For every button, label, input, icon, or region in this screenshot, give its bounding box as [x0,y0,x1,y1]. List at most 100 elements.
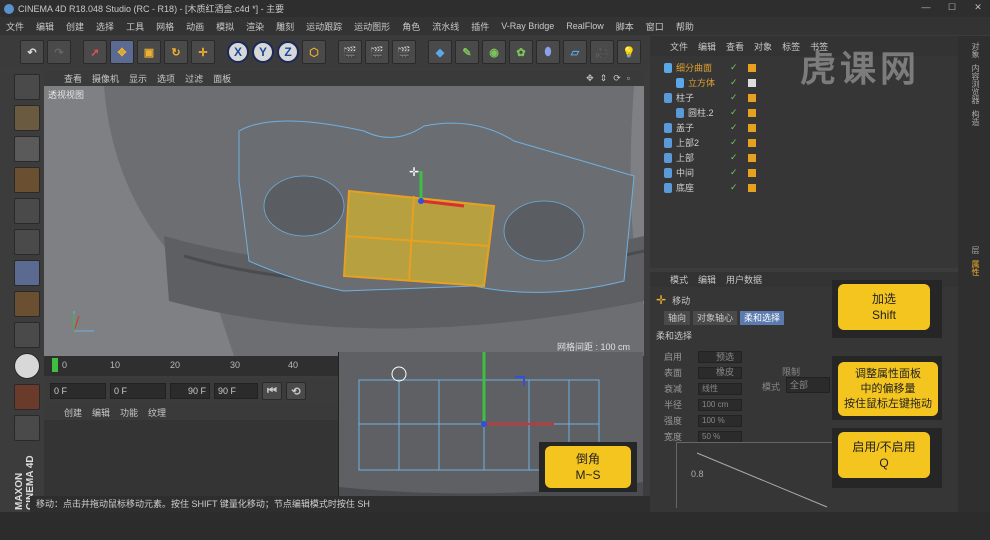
menu-item[interactable]: 创建 [66,20,84,33]
menu-item[interactable]: 雕刻 [276,20,294,33]
side-tab-structure[interactable]: 构造 [967,110,981,126]
attribute-menu-item[interactable]: 模式 [670,273,688,286]
start-frame-field[interactable]: 0 F [50,383,106,399]
material-menu-item[interactable]: 功能 [120,406,138,419]
attribute-menu-item[interactable]: 用户数据 [726,273,762,286]
magnet-icon[interactable] [14,384,40,410]
material-tag-icon[interactable] [748,183,756,192]
model-mode-icon[interactable] [14,105,40,131]
axis-mode-icon[interactable] [14,291,40,317]
enabled-check-icon[interactable]: ✓ [730,62,738,73]
viewport-menu-item[interactable]: 摄像机 [92,72,119,85]
workplane-lock-icon[interactable] [14,415,40,441]
close-icon[interactable]: ✕ [970,2,986,14]
object-name[interactable]: 中间 [676,166,694,179]
object-row[interactable]: 底座 ✓ [650,180,958,195]
material-tag-icon[interactable] [748,108,756,117]
menu-item[interactable]: 帮助 [676,20,694,33]
material-tag-icon[interactable] [748,138,756,147]
side-tab-objects[interactable]: 对象 [967,42,981,58]
material-tag-icon[interactable] [748,153,756,162]
object-name[interactable]: 立方体 [688,76,715,89]
material-tag-icon[interactable] [748,93,756,102]
side-tab-layers[interactable]: 层 [967,246,981,254]
object-row[interactable]: 中间 ✓ [650,165,958,180]
attribute-value-field[interactable]: 100 cm [698,398,742,411]
viewport-nav-icons[interactable]: ✥⇕⟳▫ [586,73,636,84]
menu-item[interactable]: 窗口 [646,20,664,33]
points-mode-icon[interactable] [14,198,40,224]
maximize-icon[interactable]: ☐ [944,2,960,14]
object-row[interactable]: 盖子 ✓ [650,120,958,135]
object-name[interactable]: 上部2 [676,136,699,149]
object-row[interactable]: 圆柱.2 ✓ [650,105,958,120]
perspective-viewport[interactable]: ✛ 透视视图 网格间距 : 100 cm [44,86,644,356]
current-frame-field[interactable]: 0 F [110,383,166,399]
material-tag-icon[interactable] [748,78,756,87]
transform-icon[interactable]: ✛ [191,40,215,64]
mode-select[interactable]: 全部 [786,377,830,393]
goto-start-icon[interactable]: ⏮ [262,382,282,400]
tab-object-axis[interactable]: 对象轴心 [693,311,738,325]
enabled-check-icon[interactable]: ✓ [730,107,738,118]
scale-icon[interactable]: ▣ [137,40,161,64]
tweak-mode-icon[interactable] [14,322,40,348]
floor-icon[interactable]: ▱ [563,40,587,64]
object-menu-item[interactable]: 文件 [670,40,688,53]
light-icon[interactable]: 💡 [617,40,641,64]
loop-icon[interactable]: ⟲ [286,382,306,400]
enabled-check-icon[interactable]: ✓ [730,137,738,148]
side-tab-attributes[interactable]: 属性 [967,260,981,276]
menu-item[interactable]: 角色 [402,20,420,33]
y-axis-icon[interactable]: Y [252,41,274,63]
material-tag-icon[interactable] [748,123,756,132]
enabled-check-icon[interactable]: ✓ [730,182,738,193]
deformer-icon[interactable]: ⬮ [536,40,560,64]
viewport-menu-item[interactable]: 选项 [157,72,175,85]
timeline[interactable]: 0 10 20 30 40 [44,356,344,376]
redo-icon[interactable]: ↷ [47,40,71,64]
menu-item[interactable]: 运动跟踪 [306,20,342,33]
move-icon[interactable]: ✥ [110,40,134,64]
object-row[interactable]: 上部 ✓ [650,150,958,165]
tab-axis[interactable]: 轴向 [664,311,691,325]
rotate-icon[interactable]: ↻ [164,40,188,64]
enabled-check-icon[interactable]: ✓ [730,92,738,103]
object-name[interactable]: 底座 [676,181,694,194]
viewport-menu-item[interactable]: 显示 [129,72,147,85]
subdivision-icon[interactable]: ◉ [482,40,506,64]
menu-item[interactable]: 编辑 [36,20,54,33]
attribute-value-field[interactable]: 50 % [698,430,742,443]
menu-item[interactable]: V-Ray Bridge [501,21,554,31]
object-name[interactable]: 盖子 [676,121,694,134]
viewport-menu-item[interactable]: 面板 [213,72,231,85]
menu-item[interactable]: RealFlow [566,21,604,31]
cube-icon[interactable]: ◆ [428,40,452,64]
render-picture-viewer-icon[interactable]: 🎬 [365,40,389,64]
object-row[interactable]: 上部2 ✓ [650,135,958,150]
object-row[interactable]: 柱子 ✓ [650,90,958,105]
camera-icon[interactable]: 🎥 [590,40,614,64]
array-icon[interactable]: ✿ [509,40,533,64]
minimize-icon[interactable]: — [918,2,934,14]
menu-item[interactable]: 网格 [156,20,174,33]
menu-item[interactable]: 文件 [6,20,24,33]
z-axis-icon[interactable]: Z [277,41,299,63]
material-menu-item[interactable]: 编辑 [92,406,110,419]
make-editable-icon[interactable] [14,74,40,100]
attribute-value-field[interactable]: 100 % [698,414,742,427]
viewport-menu-item[interactable]: 过滤 [185,72,203,85]
menu-item[interactable]: 选择 [96,20,114,33]
object-menu-item[interactable]: 标签 [782,40,800,53]
snap-icon[interactable] [14,353,40,379]
enabled-check-icon[interactable]: ✓ [730,122,738,133]
x-axis-icon[interactable]: X [227,41,249,63]
workplane-icon[interactable] [14,167,40,193]
material-tag-icon[interactable] [748,168,756,177]
menu-item[interactable]: 流水线 [432,20,459,33]
menu-item[interactable]: 渲染 [246,20,264,33]
tab-soft-selection[interactable]: 柔和选择 [740,311,785,325]
select-arrow-icon[interactable]: ➚ [83,40,107,64]
menu-item[interactable]: 运动图形 [354,20,390,33]
material-menu-item[interactable]: 创建 [64,406,82,419]
